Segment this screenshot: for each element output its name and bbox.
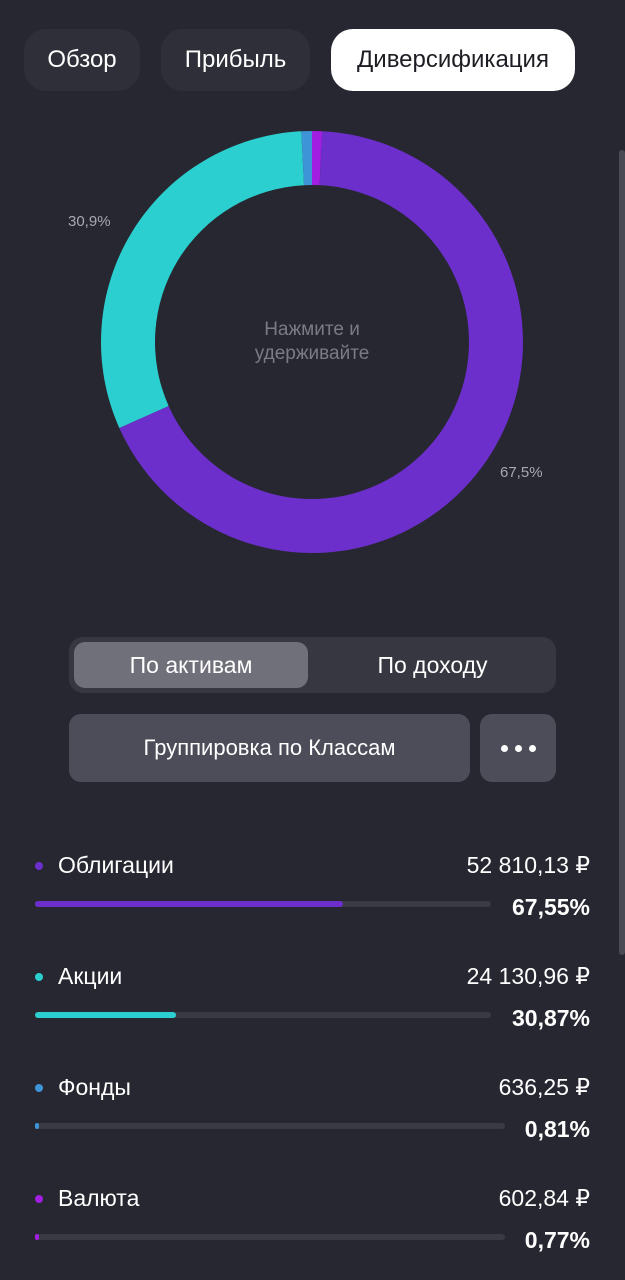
progress-track: [35, 1123, 505, 1129]
progress-fill: [35, 1234, 39, 1240]
progress-fill: [35, 1123, 39, 1129]
by-assets-option[interactable]: По активам: [74, 642, 308, 688]
view-mode-toggle: По активам По доходу: [69, 637, 556, 693]
asset-name: Облигации: [58, 852, 174, 878]
asset-percent: 0,81%: [524, 1116, 590, 1142]
asset-percent: 30,87%: [511, 1005, 590, 1031]
asset-row-stocks[interactable]: Акции 24 130,96 ₽ 30,87%: [0, 953, 625, 1053]
asset-row-bonds[interactable]: Облигации 52 810,13 ₽ 67,55%: [0, 842, 625, 942]
more-dots-icon: [514, 744, 522, 752]
progress-fill: [35, 1012, 176, 1018]
slice-label-bonds: 67,5%: [500, 464, 543, 481]
slice-label-stocks: 30,9%: [68, 213, 111, 230]
progress-track: [35, 901, 491, 907]
tab-overview[interactable]: Обзор: [24, 29, 140, 91]
more-dots-icon: [500, 744, 508, 752]
asset-row-funds[interactable]: Фонды 636,25 ₽ 0,81%: [0, 1064, 625, 1164]
tab-profit[interactable]: Прибыль: [161, 29, 310, 91]
diversification-screen: Обзор Прибыль Диверсификация 30,9% 67,5%…: [0, 0, 625, 1280]
progress-track: [35, 1234, 505, 1240]
progress-track: [35, 1012, 491, 1018]
more-dots-icon: [528, 744, 536, 752]
asset-amount: 602,84 ₽: [498, 1185, 590, 1211]
donut-chart[interactable]: 30,9% 67,5% Нажмите и удерживайте: [0, 100, 625, 620]
tab-diversification[interactable]: Диверсификация: [331, 29, 575, 91]
grouping-button[interactable]: Группировка по Классам: [69, 714, 470, 782]
donut-hint-line1: Нажмите и: [264, 319, 360, 340]
donut-slice-Акции[interactable]: [100, 131, 305, 428]
asset-amount: 24 130,96 ₽: [466, 963, 590, 989]
asset-name: Акции: [58, 963, 123, 989]
by-income-option[interactable]: По доходу: [314, 642, 551, 688]
bullet-icon: [35, 862, 43, 870]
asset-percent: 0,77%: [524, 1227, 590, 1253]
more-options-button[interactable]: [480, 714, 556, 782]
top-tabs: Обзор Прибыль Диверсификация: [0, 0, 625, 100]
bullet-icon: [35, 973, 43, 981]
asset-name: Валюта: [58, 1185, 140, 1211]
asset-amount: 636,25 ₽: [498, 1074, 590, 1100]
progress-fill: [35, 901, 343, 907]
asset-row-currency[interactable]: Валюта 602,84 ₽ 0,77%: [0, 1175, 625, 1275]
donut-hint-line2: удерживайте: [254, 343, 370, 364]
bullet-icon: [35, 1195, 43, 1203]
donut-hint: Нажмите и удерживайте: [212, 318, 412, 366]
asset-amount: 52 810,13 ₽: [466, 852, 590, 878]
asset-percent: 67,55%: [511, 894, 590, 920]
asset-name: Фонды: [58, 1074, 131, 1100]
bullet-icon: [35, 1084, 43, 1092]
